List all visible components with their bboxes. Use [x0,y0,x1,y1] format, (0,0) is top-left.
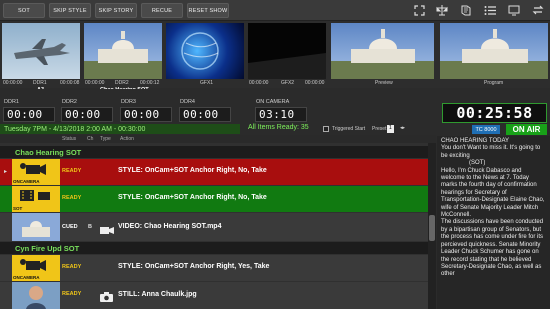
fullscreen-icon[interactable] [412,3,426,17]
type-col-header: Type [100,136,111,142]
monitor-icon[interactable] [507,3,521,17]
triggered-start-label: Triggered Start [332,126,366,132]
on-camera-label: ON CAMERA [256,99,290,105]
ddr2-timer: 00:00 [61,107,113,122]
rundown-scroll-thumb[interactable] [429,215,435,241]
show-info-bar: Tuesday 7PM - 4/13/2018 2:00 AM - 00:30:… [0,124,240,134]
tc-badge: TC 8000 [472,125,500,134]
row-status: READY [62,291,82,297]
skip-story-button[interactable]: SKIP STORY [95,3,137,18]
ddr2-thumbnail[interactable] [84,23,162,79]
script-line: You don't Want to miss it. It's going to… [441,145,541,159]
still-thumbnail [12,282,60,309]
ddr1-source: DDR1 [33,80,47,86]
script-line: Hello, I'm Chuck Dabasco and welcome to … [441,167,545,219]
row-status: READY [62,264,82,270]
row-icon-label: SOT [13,206,23,211]
row-content: STYLE: OnCam+SOT Anchor Right, No, Take [118,167,267,174]
row-content: VIDEO: Chao Hearing SOT.mp4 [118,223,222,230]
all-items-ready: All Items Ready: 35 [248,124,309,131]
ddr1-tc2: 00:00:08 [60,80,80,86]
row-content: STYLE: OnCam+SOT Anchor Right, No, Take [118,194,267,201]
preset-label: Preset [372,126,387,132]
preview-label: Preview [375,80,393,86]
row-icon-label: ONCAMERA [13,275,40,280]
media-thumbnails: 00:00:00 DDR1 00:00:08 A3 00:00:00 DDR2 … [0,21,550,93]
row-status: READY [62,168,82,174]
scale-icon[interactable] [435,3,449,17]
status-col-header: Status [62,136,77,142]
gfx2-tc: 00:00:00 [249,80,269,86]
row-content: STYLE: OnCam+SOT Anchor Right, Yes, Take [118,263,270,270]
row-status: CUED [62,224,78,230]
app-window: SOT SKIP STYLE SKIP STORY RECUE RESET SH… [0,0,550,309]
script-line: (SOT) [469,160,486,167]
gfx2-thumbnail[interactable] [248,23,326,79]
row-status: READY [62,195,82,201]
ch-col-header: Ch [87,136,94,142]
toolbar: SOT SKIP STYLE SKIP STORY RECUE RESET SH… [0,0,550,21]
oncamera-icon: ONCAMERA [12,159,60,185]
rundown-header: Status Ch Type Action [0,135,436,143]
oncamera-icon: ONCAMERA [12,255,60,281]
book-icon[interactable] [459,3,473,17]
rundown-row[interactable]: ▸ ONCAMERA READY STYLE: OnCam+SOT Anchor… [0,159,428,185]
preview-monitor [331,23,434,79]
script-line: The discussions have been conducted by a… [441,219,544,278]
sot-icon: SOT [12,186,60,212]
video-camera-icon [100,222,114,240]
rundown-row[interactable]: ONCAMERA READY STYLE: OnCam+SOT Anchor R… [0,255,428,281]
row-icon-label: ONCAMERA [13,179,40,184]
ddr2-timer-label: DDR2 [62,99,77,105]
sot-button[interactable]: SOT [3,3,45,18]
ddr2-tc: 00:00:00 [85,80,105,86]
camera-still-icon [100,289,113,307]
ddr4-timer-label: DDR4 [180,99,195,105]
list-icon[interactable] [483,3,497,17]
row-channel: B [88,224,92,230]
video-thumbnail [12,213,60,241]
show-clock: 00:25:58 [442,103,547,123]
group-header[interactable]: Chao Hearing SOT [0,146,428,158]
group-header[interactable]: Cyn Fire Upd SOT [0,242,428,254]
rundown-row[interactable]: CUED B VIDEO: Chao Hearing SOT.mp4 [0,213,428,241]
timecode-row: DDR1 00:00 DDR2 00:00 DDR3 00:00 DDR4 00… [0,89,440,124]
ddr3-timer-label: DDR3 [121,99,136,105]
current-row-marker-icon: ▸ [4,169,8,175]
preset-select[interactable]: 1 [387,125,394,133]
ddr4-timer: 00:00 [179,107,231,122]
ddr1-thumbnail[interactable] [2,23,80,79]
gfx2-tc2: 00:00:00 [305,80,325,86]
gfx1-source: GFX1 [200,80,214,86]
script-panel[interactable]: CHAO HEARING TODAY You don't Want to mis… [437,136,550,309]
reset-show-button[interactable]: RESET SHOW [187,3,229,18]
rundown-list[interactable]: Status Ch Type Action Chao Hearing SOT ▸… [0,135,436,309]
on-air-indicator: ON AIR [506,124,547,135]
ddr1-timer: 00:00 [3,107,55,122]
ddr1-timer-label: DDR1 [4,99,19,105]
recue-button[interactable]: RECUE [141,3,183,18]
program-monitor [440,23,548,79]
triggered-start-checkbox[interactable] [323,126,329,132]
action-col-header: Action [120,136,134,142]
gfx1-thumbnail[interactable] [166,23,244,79]
row-content: STILL: Anna Chaulk.jpg [118,291,197,298]
gfx2-source: GFX2 [281,80,295,86]
on-camera-timer: 03:10 [255,107,307,122]
skip-style-button[interactable]: SKIP STYLE [49,3,91,18]
ddr1-tc: 00:00:00 [3,80,23,86]
rundown-row[interactable]: SOT READY STYLE: OnCam+SOT Anchor Right,… [0,186,428,212]
ddr2-source: DDR2 [115,80,129,86]
rundown-row[interactable]: READY STILL: Anna Chaulk.jpg [0,282,428,309]
ddr3-timer: 00:00 [120,107,172,122]
program-label: Program [484,80,504,86]
swap-icon[interactable] [531,3,545,17]
ddr2-tc2: 00:00:12 [140,80,160,86]
script-title: CHAO HEARING TODAY [441,138,510,144]
preset-stepper-icon[interactable]: ◂▸ [400,125,405,131]
